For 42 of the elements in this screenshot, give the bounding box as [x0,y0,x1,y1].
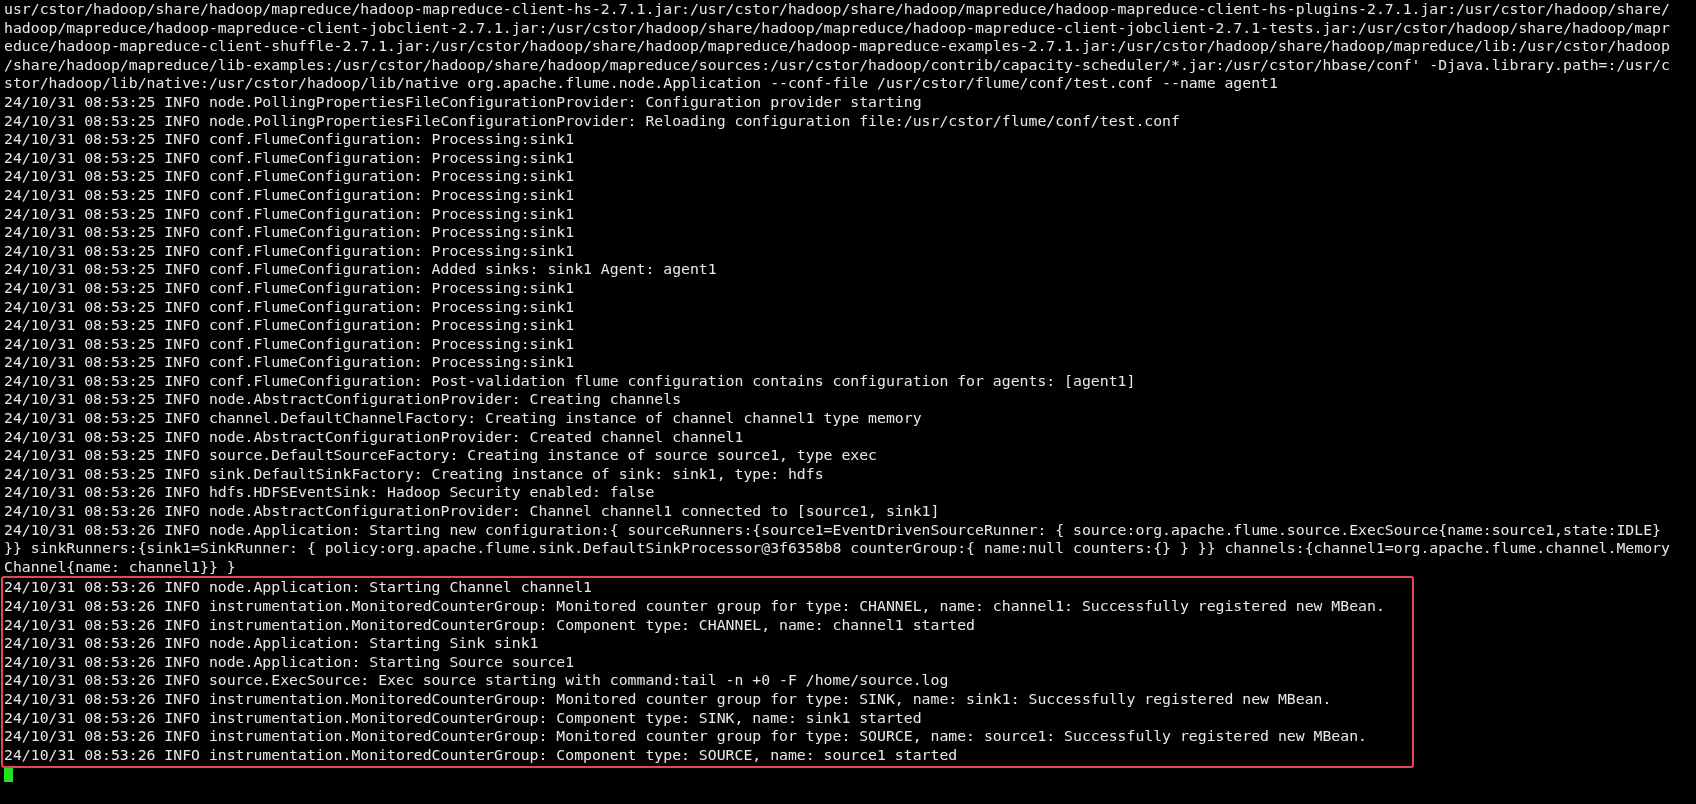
log-line: 24/10/31 08:53:25 INFO conf.FlumeConfiguration: Processing:sink1 [4,297,576,317]
log-line: 24/10/31 08:53:25 INFO conf.FlumeConfiguration: Processing:sink1 [4,130,576,149]
log-line: 24/10/31 08:53:26 INFO node.Application: Starting new configuration:{ sourceRunners:{source1=EventDrivenSourceRunner: { source:org.apache.flume.source.ExecSource{name:source1,state:IDLE} [4,520,1662,540]
log-line: 24/10/31 08:53:26 INFO hdfs.HDFSEventSink: Hadoop Security enabled: false [4,483,656,503]
log-line: 24/10/31 08:53:25 INFO conf.FlumeConfiguration: Added sinks: sink1 Agent: agent1 [4,260,718,279]
log-line: }} sinkRunners:{sink1=SinkRunner: { policy:org.apache.flume.sink.DefaultSinkProcessor@3f6358b8 counterGroup:{ name:null counters:{} } }} channels:{channel1=org.apache.flume.channel.Memory [4,539,1671,558]
log-line: 24/10/31 08:53:25 INFO conf.FlumeConfiguration: Processing:sink1 [4,148,576,168]
log-line: 24/10/31 08:53:26 INFO instrumentation.MonitoredCounterGroup: Component type: SINK, name: sink1 started [4,708,923,728]
log-line: 24/10/31 08:53:26 INFO node.Application: Starting Source source1 [4,652,576,672]
log-line: /share/hadoop/mapreduce/lib-examples:/usr/cstor/hadoop/share/hadoop/mapreduce/sources:/usr/cstor/hadoop/contrib/capacity-scheduler/*.jar:/usr/cstor/hbase/conf' -Djava.library.path=:/usr/c [4,55,1671,75]
log-line: 24/10/31 08:53:25 INFO node.PollingPropertiesFileConfigurationProvider: Configuration provider starting [4,92,923,112]
log-line: 24/10/31 08:53:25 INFO conf.FlumeConfiguration: Processing:sink1 [4,185,576,205]
log-line: 24/10/31 08:53:25 INFO source.DefaultSourceFactory: Creating instance of source source1, type exec [4,446,879,465]
log-line: 24/10/31 08:53:25 INFO conf.FlumeConfiguration: Processing:sink1 [4,278,576,298]
log-line: 24/10/31 08:53:25 INFO conf.FlumeConfiguration: Processing:sink1 [4,223,576,242]
log-line: 24/10/31 08:53:26 INFO node.AbstractConfigurationProvider: Channel channel1 connected to [source1, sink1] [4,502,941,521]
log-line: educe/hadoop-mapreduce-client-shuffle-2.7.1.jar:/usr/cstor/hadoop/share/hadoop/mapreduce/hadoop-mapreduce-examples-2.7.1.jar:/usr/cstor/hadoop/share/hadoop/mapreduce/lib:/usr/cstor/hadoop [4,37,1671,56]
log-line: 24/10/31 08:53:25 INFO conf.FlumeConfiguration: Processing:sink1 [4,353,576,372]
log-line: 24/10/31 08:53:26 INFO node.Application: Starting Channel channel1 [4,578,593,597]
log-line: 24/10/31 08:53:25 INFO conf.FlumeConfiguration: Processing:sink1 [4,334,576,354]
log-line: 24/10/31 08:53:25 INFO sink.DefaultSinkFactory: Creating instance of sink: sink1, type: hdfs [4,464,825,484]
log-line: 24/10/31 08:53:25 INFO conf.FlumeConfiguration: Processing:sink1 [4,167,576,186]
log-line: 24/10/31 08:53:26 INFO instrumentation.MonitoredCounterGroup: Component type: SOURCE, name: source1 started [4,745,959,765]
log-line: 24/10/31 08:53:26 INFO source.ExecSource: Exec source starting with command:tail -n +0 -F /home/source.log [4,671,950,690]
log-line: 24/10/31 08:53:26 INFO instrumentation.MonitoredCounterGroup: Component type: CHANNEL, name: channel1 started [4,615,977,635]
log-line: 24/10/31 08:53:25 INFO conf.FlumeConfiguration: Post-validation flume configuration contains configuration for agents: [agent1] [4,371,1137,391]
log-line: 24/10/31 08:53:25 INFO node.PollingPropertiesFileConfigurationProvider: Reloading configuration file:/usr/cstor/flume/conf/test.conf [4,111,1181,131]
log-line: 24/10/31 08:53:26 INFO instrumentation.MonitoredCounterGroup: Monitored counter group for type: CHANNEL, name: channel1: Successfully registered new MBean. [4,597,1386,616]
log-line: 24/10/31 08:53:25 INFO node.AbstractConfigurationProvider: Created channel channel1 [4,427,745,447]
log-line: hadoop/mapreduce/hadoop-mapreduce-client-jobclient-2.7.1.jar:/usr/cstor/hadoop/share/hadoop/mapreduce/hadoop-mapreduce-client-jobclient-2.7.1-tests.jar:/usr/cstor/hadoop/share/hadoop/mapr [4,18,1671,38]
log-line: 24/10/31 08:53:25 INFO node.AbstractConfigurationProvider: Creating channels [4,390,683,410]
log-line: 24/10/31 08:53:25 INFO channel.DefaultChannelFactory: Creating instance of channel channel1 type memory [4,409,923,428]
log-line: 24/10/31 08:53:25 INFO conf.FlumeConfiguration: Processing:sink1 [4,316,576,335]
log-line: Channel{name: channel1}} } [4,557,237,577]
log-line: stor/hadoop/lib/native:/usr/cstor/hadoop/lib/native org.apache.flume.node.Application --conf-file /usr/cstor/flume/conf/test.conf --name agent1 [4,74,1279,93]
log-line: 24/10/31 08:53:26 INFO instrumentation.MonitoredCounterGroup: Monitored counter group for type: SINK, name: sink1: Successfully registered new MBean. [4,689,1333,709]
log-line: usr/cstor/hadoop/share/hadoop/mapreduce/hadoop-mapreduce-client-hs-2.7.1.jar:/usr/cstor/hadoop/share/hadoop/mapreduce/hadoop-mapreduce-client-hs-plugins-2.7.1.jar:/usr/cstor/hadoop/share/ [4,0,1671,19]
log-line: 24/10/31 08:53:26 INFO node.Application: Starting Sink sink1 [4,634,540,653]
log-line: 24/10/31 08:53:26 INFO instrumentation.MonitoredCounterGroup: Monitored counter group for type: SOURCE, name: source1: Successfully registered new MBean. [4,727,1368,746]
log-line: 24/10/31 08:53:25 INFO conf.FlumeConfiguration: Processing:sink1 [4,241,576,261]
log-line: 24/10/31 08:53:25 INFO conf.FlumeConfiguration: Processing:sink1 [4,204,576,224]
cursor-block [4,768,13,783]
